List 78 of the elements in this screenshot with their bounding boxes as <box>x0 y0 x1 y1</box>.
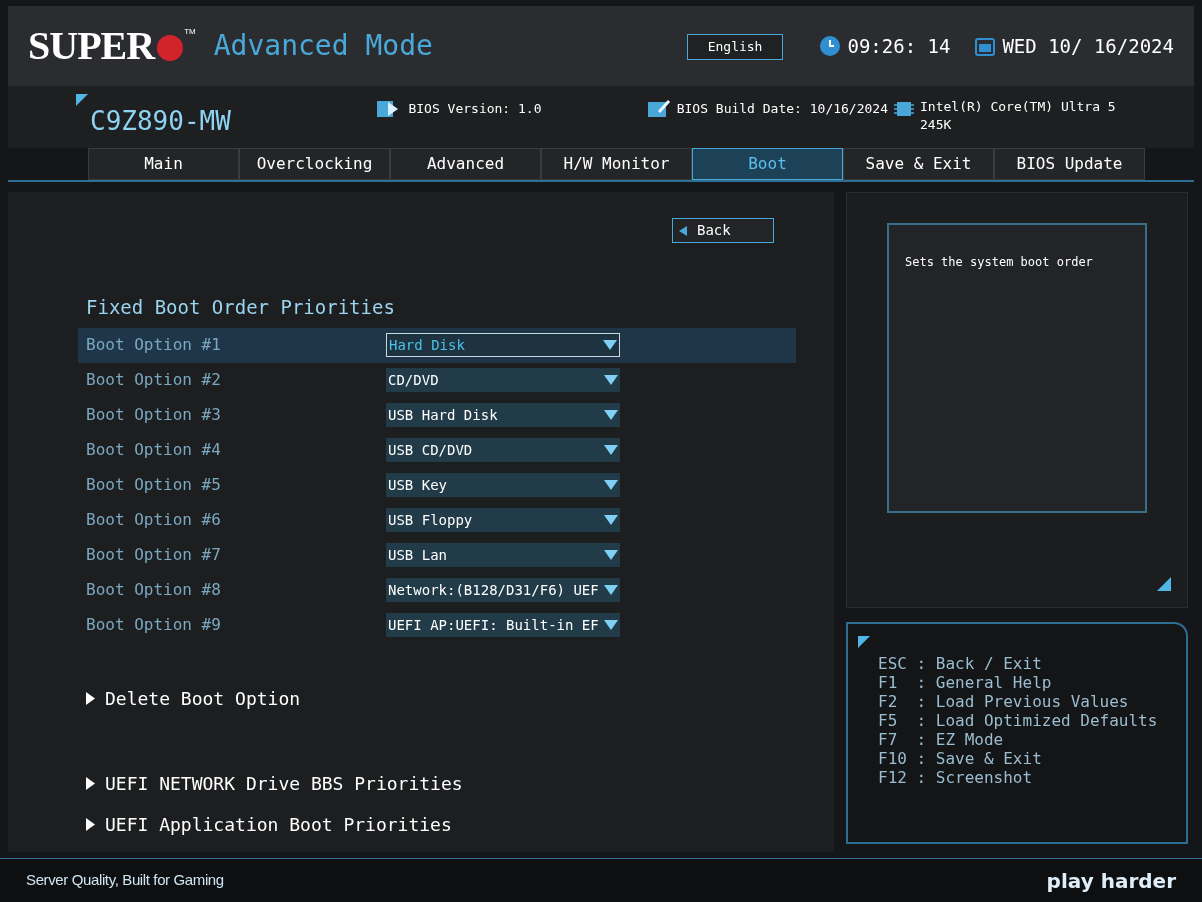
date-display: WED 10/ 16/2024 <box>1002 33 1174 59</box>
boot-option-row[interactable]: Boot Option #2 CD/DVD <box>78 362 796 398</box>
dropdown-arrow-icon <box>604 550 618 560</box>
dropdown-arrow-icon <box>604 445 618 455</box>
trademark: TM <box>184 26 196 38</box>
boot-option-row[interactable]: Boot Option #6 USB Floppy <box>78 502 796 538</box>
option-label: Boot Option #8 <box>86 579 222 601</box>
submenu-link[interactable]: UEFI NETWORK Drive BBS Priorities <box>86 769 834 797</box>
boot-option-row[interactable]: Boot Option #7 USB Lan <box>78 537 796 573</box>
cpu-name: Intel(R) Core(TM) Ultra 5 245K <box>920 98 1117 134</box>
boot-option-row[interactable]: Boot Option #8 Network:(B128/D31/F6) UEF <box>78 572 796 608</box>
boot-option-row[interactable]: Boot Option #3 USB Hard Disk <box>78 397 796 433</box>
option-dropdown[interactable]: CD/DVD <box>386 368 620 392</box>
logo-dot-icon <box>156 34 185 62</box>
option-label: Boot Option #6 <box>86 509 222 531</box>
hotkey-line: F10 : Save & Exit <box>878 749 1043 768</box>
help-text: Sets the system boot order <box>905 255 1093 269</box>
submenu-link[interactable]: UEFI Application Boot Priorities <box>86 810 834 838</box>
time-display: 09:26: 14 <box>847 33 951 59</box>
dropdown-arrow-icon <box>604 515 618 525</box>
boot-option-row[interactable]: Boot Option #1 Hard Disk <box>78 327 796 363</box>
option-dropdown[interactable]: USB Key <box>386 473 620 497</box>
nav-tab[interactable]: BIOS Update <box>994 148 1145 180</box>
clock-icon <box>819 35 842 57</box>
option-dropdown[interactable]: USB Floppy <box>386 508 620 532</box>
dropdown-arrow-icon <box>604 585 618 595</box>
nav-tab[interactable]: Boot <box>692 148 843 180</box>
option-dropdown[interactable]: USB CD/DVD <box>386 438 620 462</box>
back-button[interactable]: Back <box>672 218 774 243</box>
nav-tab[interactable]: Main <box>88 148 239 180</box>
option-dropdown[interactable]: Hard Disk <box>386 333 620 357</box>
right-triangle-icon <box>86 776 95 790</box>
option-label: Boot Option #7 <box>86 544 222 566</box>
right-triangle-icon <box>86 691 95 705</box>
brand-logo: SUPER <box>28 26 155 66</box>
hotkey-line: F1 : General Help <box>878 673 1053 692</box>
option-label: Boot Option #1 <box>86 334 222 356</box>
boot-option-row[interactable]: Boot Option #9 UEFI AP:UEFI: Built-in EF <box>78 607 796 643</box>
dropdown-arrow-icon <box>604 480 618 490</box>
option-dropdown[interactable]: Network:(B128/D31/F6) UEF <box>386 578 620 602</box>
build-date: BIOS Build Date: 10/16/2024 <box>676 100 888 119</box>
boot-option-row[interactable]: Boot Option #5 USB Key <box>78 467 796 503</box>
nav-tab[interactable]: Save & Exit <box>843 148 994 180</box>
option-dropdown[interactable]: USB Hard Disk <box>386 403 620 427</box>
corner-mark-icon <box>1157 577 1171 591</box>
language-button[interactable]: English <box>686 34 784 60</box>
right-triangle-icon <box>86 817 95 831</box>
hotkey-line: F12 : Screenshot <box>878 768 1034 787</box>
option-label: Boot Option #2 <box>86 369 222 391</box>
hotkey-line: ESC : Back / Exit <box>878 654 1043 673</box>
option-label: Boot Option #9 <box>86 614 222 636</box>
corner-mark-icon <box>858 636 870 648</box>
option-label: Boot Option #5 <box>86 474 222 496</box>
submenu-link[interactable]: Delete Boot Option <box>86 684 834 712</box>
section-title: Fixed Boot Order Priorities <box>86 295 396 320</box>
nav-tab[interactable]: H/W Monitor <box>541 148 692 180</box>
footer-tagline: Server Quality, Built for Gaming <box>26 870 224 891</box>
hotkey-line: F5 : Load Optimized Defaults <box>878 711 1159 730</box>
boot-option-row[interactable]: Boot Option #4 USB CD/DVD <box>78 432 796 468</box>
option-label: Boot Option #4 <box>86 439 222 461</box>
option-dropdown[interactable]: USB Lan <box>386 543 620 567</box>
option-label: Boot Option #3 <box>86 404 222 426</box>
option-dropdown[interactable]: UEFI AP:UEFI: Built-in EF <box>386 613 620 637</box>
hotkey-line: F2 : Load Previous Values <box>878 692 1130 711</box>
hotkey-line: F7 : EZ Mode <box>878 730 1005 749</box>
nav-tab[interactable]: Overclocking <box>239 148 390 180</box>
dropdown-arrow-icon <box>604 620 618 630</box>
calendar-icon <box>974 35 997 57</box>
nav-tab[interactable]: Advanced <box>390 148 541 180</box>
mode-title: Advanced Mode <box>213 28 433 64</box>
dropdown-arrow-icon <box>603 340 617 350</box>
dropdown-arrow-icon <box>604 375 618 385</box>
footer-slogan: play harder <box>1046 867 1176 895</box>
corner-mark-icon <box>76 94 88 106</box>
bios-version: BIOS Version: 1.0 <box>408 100 542 119</box>
left-arrow-icon <box>679 225 687 236</box>
board-model: C9Z890-MW <box>90 104 232 138</box>
dropdown-arrow-icon <box>604 410 618 420</box>
